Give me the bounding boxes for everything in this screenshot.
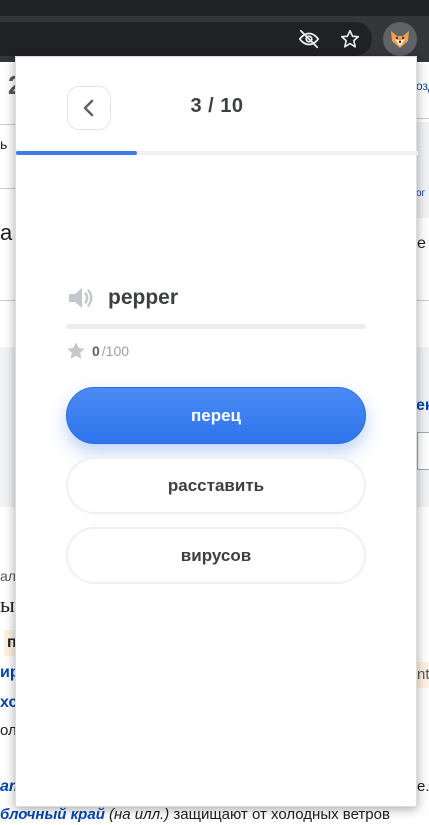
answer-option-1[interactable]: перец [66,387,366,444]
flashcard-popup: 3 / 10 pepper 0 /100 перец расставить ви… [15,56,418,807]
browser-tab-strip [0,0,429,16]
star-icon [67,342,85,359]
speaker-icon[interactable] [66,283,96,313]
score-total: /100 [101,343,130,359]
bg-fragment: а [0,220,13,245]
extension-fox-icon[interactable] [383,22,417,56]
progress-counter: 3 / 10 [190,95,244,117]
progress-bar [16,151,418,155]
bg-bottom-line: блочный край (на илл.) защищают от холод… [0,806,429,825]
star-icon[interactable] [338,27,362,51]
bg-fragment[interactable]: ен [416,397,429,415]
bg-fragment: ь [0,136,8,152]
bg-italic: (на илл.) [109,806,170,823]
bg-fragment: ал [0,568,16,584]
bg-text: защищают от холодных ветров [173,806,390,823]
bg-fragment: nt [417,666,429,683]
bg-fragment: е [417,235,426,252]
target-word: pepper [108,286,179,309]
bg-link[interactable]: блочный край [0,806,105,823]
progress-bar-fill [16,151,137,155]
score-value: 0 [92,343,100,359]
bg-fragment: ы [0,592,15,617]
answer-option-3[interactable]: вирусов [66,527,366,584]
score-row: 0 /100 [65,339,129,363]
word-divider [66,324,366,329]
bg-fragment[interactable]: ог [416,188,425,199]
eye-off-icon[interactable] [297,27,321,51]
word-row: pepper [66,280,178,316]
bg-fragment: е. [417,778,429,795]
answer-option-2[interactable]: расставить [66,457,366,514]
bg-fragment[interactable]: озд [416,79,429,93]
